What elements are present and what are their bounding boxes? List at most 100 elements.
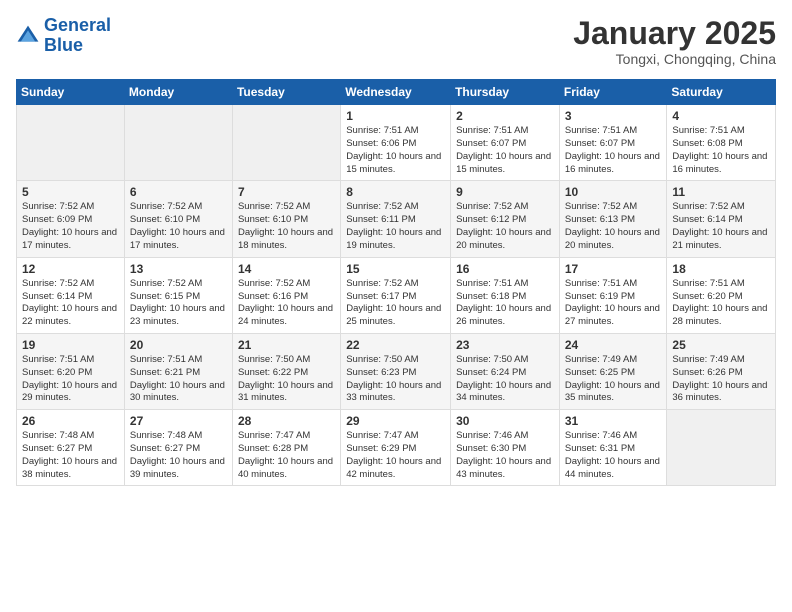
day-info: Sunrise: 7:52 AMSunset: 6:15 PMDaylight:… bbox=[130, 278, 227, 329]
day-number: 26 bbox=[22, 414, 119, 428]
weekday-header: Monday bbox=[124, 80, 232, 105]
calendar-cell bbox=[667, 410, 776, 486]
day-number: 2 bbox=[456, 109, 554, 123]
calendar-week-row: 12 Sunrise: 7:52 AMSunset: 6:14 PMDayligh… bbox=[17, 257, 776, 333]
logo-line1: General bbox=[44, 15, 111, 35]
day-info: Sunrise: 7:51 AMSunset: 6:07 PMDaylight:… bbox=[565, 125, 662, 176]
day-number: 6 bbox=[130, 185, 227, 199]
page-header: General Blue January 2025 Tongxi, Chongq… bbox=[16, 16, 776, 67]
day-number: 23 bbox=[456, 338, 554, 352]
location: Tongxi, Chongqing, China bbox=[573, 51, 776, 67]
day-info: Sunrise: 7:50 AMSunset: 6:23 PMDaylight:… bbox=[346, 354, 445, 405]
calendar-cell: 13 Sunrise: 7:52 AMSunset: 6:15 PMDayligh… bbox=[124, 257, 232, 333]
day-number: 11 bbox=[672, 185, 770, 199]
calendar-week-row: 19 Sunrise: 7:51 AMSunset: 6:20 PMDayligh… bbox=[17, 333, 776, 409]
day-info: Sunrise: 7:51 AMSunset: 6:19 PMDaylight:… bbox=[565, 278, 662, 329]
day-info: Sunrise: 7:52 AMSunset: 6:17 PMDaylight:… bbox=[346, 278, 445, 329]
calendar: SundayMondayTuesdayWednesdayThursdayFrid… bbox=[16, 79, 776, 486]
calendar-cell: 27 Sunrise: 7:48 AMSunset: 6:27 PMDayligh… bbox=[124, 410, 232, 486]
calendar-cell: 23Sunrise: 7:50 AMSunset: 6:24 PMDayligh… bbox=[451, 333, 560, 409]
logo-text: General Blue bbox=[44, 16, 111, 56]
day-number: 3 bbox=[565, 109, 662, 123]
calendar-cell bbox=[17, 105, 125, 181]
weekday-header: Thursday bbox=[451, 80, 560, 105]
day-info: Sunrise: 7:47 AMSunset: 6:28 PMDaylight:… bbox=[238, 430, 335, 481]
day-info: Sunrise: 7:52 AMSunset: 6:10 PMDaylight:… bbox=[130, 201, 227, 252]
day-number: 8 bbox=[346, 185, 445, 199]
calendar-cell: 9Sunrise: 7:52 AMSunset: 6:12 PMDaylight… bbox=[451, 181, 560, 257]
day-number: 19 bbox=[22, 338, 119, 352]
day-number: 28 bbox=[238, 414, 335, 428]
calendar-cell: 26 Sunrise: 7:48 AMSunset: 6:27 PMDayligh… bbox=[17, 410, 125, 486]
day-number: 31 bbox=[565, 414, 662, 428]
calendar-cell: 17 Sunrise: 7:51 AMSunset: 6:19 PMDayligh… bbox=[559, 257, 667, 333]
calendar-cell: 28 Sunrise: 7:47 AMSunset: 6:28 PMDayligh… bbox=[232, 410, 340, 486]
day-info: Sunrise: 7:51 AMSunset: 6:21 PMDaylight:… bbox=[130, 354, 227, 405]
day-number: 20 bbox=[130, 338, 227, 352]
calendar-cell: 8Sunrise: 7:52 AMSunset: 6:11 PMDaylight… bbox=[341, 181, 451, 257]
calendar-cell: 29 Sunrise: 7:47 AMSunset: 6:29 PMDayligh… bbox=[341, 410, 451, 486]
day-info: Sunrise: 7:51 AMSunset: 6:20 PMDaylight:… bbox=[22, 354, 119, 405]
day-info: Sunrise: 7:47 AMSunset: 6:29 PMDaylight:… bbox=[346, 430, 445, 481]
day-info: Sunrise: 7:52 AMSunset: 6:14 PMDaylight:… bbox=[22, 278, 119, 329]
day-info: Sunrise: 7:49 AMSunset: 6:26 PMDaylight:… bbox=[672, 354, 770, 405]
day-info: Sunrise: 7:46 AMSunset: 6:30 PMDaylight:… bbox=[456, 430, 554, 481]
day-info: Sunrise: 7:52 AMSunset: 6:14 PMDaylight:… bbox=[672, 201, 770, 252]
calendar-cell: 20 Sunrise: 7:51 AMSunset: 6:21 PMDayligh… bbox=[124, 333, 232, 409]
day-number: 24 bbox=[565, 338, 662, 352]
day-number: 7 bbox=[238, 185, 335, 199]
calendar-cell: 30 Sunrise: 7:46 AMSunset: 6:30 PMDayligh… bbox=[451, 410, 560, 486]
weekday-header: Sunday bbox=[17, 80, 125, 105]
month-title: January 2025 bbox=[573, 16, 776, 51]
day-info: Sunrise: 7:50 AMSunset: 6:22 PMDaylight:… bbox=[238, 354, 335, 405]
calendar-header-row: SundayMondayTuesdayWednesdayThursdayFrid… bbox=[17, 80, 776, 105]
calendar-cell: 12 Sunrise: 7:52 AMSunset: 6:14 PMDayligh… bbox=[17, 257, 125, 333]
day-info: Sunrise: 7:49 AMSunset: 6:25 PMDaylight:… bbox=[565, 354, 662, 405]
day-number: 27 bbox=[130, 414, 227, 428]
logo-icon bbox=[16, 24, 40, 48]
calendar-cell: 11 Sunrise: 7:52 AMSunset: 6:14 PMDayligh… bbox=[667, 181, 776, 257]
title-block: January 2025 Tongxi, Chongqing, China bbox=[573, 16, 776, 67]
calendar-cell: 14 Sunrise: 7:52 AMSunset: 6:16 PMDayligh… bbox=[232, 257, 340, 333]
calendar-cell bbox=[124, 105, 232, 181]
calendar-week-row: 5Sunrise: 7:52 AMSunset: 6:09 PMDaylight… bbox=[17, 181, 776, 257]
day-number: 14 bbox=[238, 262, 335, 276]
day-info: Sunrise: 7:51 AMSunset: 6:07 PMDaylight:… bbox=[456, 125, 554, 176]
logo-line2: Blue bbox=[44, 35, 83, 55]
day-number: 30 bbox=[456, 414, 554, 428]
calendar-cell: 25Sunrise: 7:49 AMSunset: 6:26 PMDayligh… bbox=[667, 333, 776, 409]
day-info: Sunrise: 7:48 AMSunset: 6:27 PMDaylight:… bbox=[22, 430, 119, 481]
day-number: 15 bbox=[346, 262, 445, 276]
calendar-cell: 31Sunrise: 7:46 AMSunset: 6:31 PMDayligh… bbox=[559, 410, 667, 486]
day-info: Sunrise: 7:52 AMSunset: 6:16 PMDaylight:… bbox=[238, 278, 335, 329]
calendar-cell: 3 Sunrise: 7:51 AMSunset: 6:07 PMDaylight… bbox=[559, 105, 667, 181]
calendar-week-row: 26 Sunrise: 7:48 AMSunset: 6:27 PMDayligh… bbox=[17, 410, 776, 486]
calendar-cell: 21 Sunrise: 7:50 AMSunset: 6:22 PMDayligh… bbox=[232, 333, 340, 409]
day-info: Sunrise: 7:48 AMSunset: 6:27 PMDaylight:… bbox=[130, 430, 227, 481]
calendar-cell: 2 Sunrise: 7:51 AMSunset: 6:07 PMDaylight… bbox=[451, 105, 560, 181]
calendar-cell: 1 Sunrise: 7:51 AMSunset: 6:06 PMDaylight… bbox=[341, 105, 451, 181]
day-number: 5 bbox=[22, 185, 119, 199]
calendar-cell: 4 Sunrise: 7:51 AMSunset: 6:08 PMDaylight… bbox=[667, 105, 776, 181]
day-info: Sunrise: 7:52 AMSunset: 6:10 PMDaylight:… bbox=[238, 201, 335, 252]
day-number: 1 bbox=[346, 109, 445, 123]
calendar-cell: 5Sunrise: 7:52 AMSunset: 6:09 PMDaylight… bbox=[17, 181, 125, 257]
day-info: Sunrise: 7:52 AMSunset: 6:13 PMDaylight:… bbox=[565, 201, 662, 252]
calendar-cell: 22 Sunrise: 7:50 AMSunset: 6:23 PMDayligh… bbox=[341, 333, 451, 409]
calendar-cell: 19 Sunrise: 7:51 AMSunset: 6:20 PMDayligh… bbox=[17, 333, 125, 409]
day-number: 13 bbox=[130, 262, 227, 276]
day-number: 10 bbox=[565, 185, 662, 199]
calendar-cell: 15 Sunrise: 7:52 AMSunset: 6:17 PMDayligh… bbox=[341, 257, 451, 333]
day-number: 21 bbox=[238, 338, 335, 352]
day-number: 17 bbox=[565, 262, 662, 276]
day-info: Sunrise: 7:51 AMSunset: 6:06 PMDaylight:… bbox=[346, 125, 445, 176]
day-number: 22 bbox=[346, 338, 445, 352]
weekday-header: Saturday bbox=[667, 80, 776, 105]
day-number: 29 bbox=[346, 414, 445, 428]
calendar-cell: 24 Sunrise: 7:49 AMSunset: 6:25 PMDayligh… bbox=[559, 333, 667, 409]
calendar-cell: 10 Sunrise: 7:52 AMSunset: 6:13 PMDayligh… bbox=[559, 181, 667, 257]
day-number: 4 bbox=[672, 109, 770, 123]
calendar-cell bbox=[232, 105, 340, 181]
day-info: Sunrise: 7:51 AMSunset: 6:08 PMDaylight:… bbox=[672, 125, 770, 176]
day-number: 12 bbox=[22, 262, 119, 276]
